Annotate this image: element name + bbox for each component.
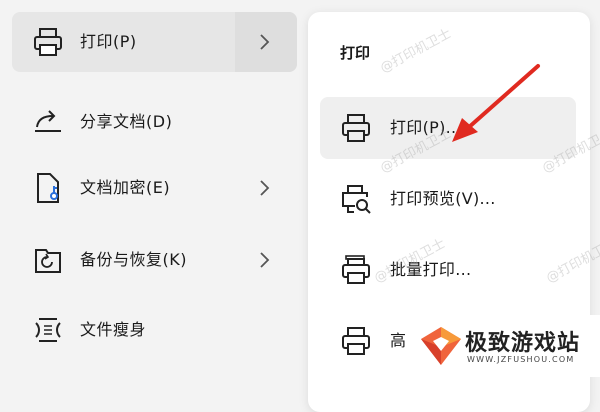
share-icon [35,110,61,132]
menu-item-print[interactable]: 打印(P) [12,12,297,72]
menu-item-label: 文档加密(E) [80,178,171,197]
batch-print-icon [342,255,370,284]
submenu-item-label: 批量打印... [390,260,472,279]
menu-item-backup[interactable]: 备份与恢复(K) [12,230,297,290]
annotation-arrow [452,64,540,142]
menu-item-label: 打印(P) [80,32,137,51]
printer-icon [342,114,370,142]
file-compress-icon [35,318,61,342]
submenu-title: 打印 [340,44,371,62]
submenu-item-label: 打印预览(V)... [390,189,496,208]
menu-item-share[interactable]: 分享文档(D) [12,92,297,152]
menu-item-encrypt[interactable]: 文档加密(E) [12,158,297,218]
chevron-right-icon [260,180,270,196]
brand-watermark: 极致游戏站 WWW.JZFUSHOU.COM [405,315,600,377]
printer-icon [342,327,370,355]
brand-logo-icon [421,327,461,365]
chevron-right-icon [260,252,270,268]
menu-item-label: 备份与恢复(K) [80,250,187,269]
document-lock-icon [37,173,59,203]
submenu-item-batch-print[interactable]: 批量打印... [320,239,576,301]
backup-restore-icon [35,249,61,273]
brand-name: 极致游戏站 [465,331,581,356]
submenu-item-label: 高 [390,331,407,350]
menu-item-label: 分享文档(D) [80,112,173,131]
file-menu: 打印(P) 分享文档(D) 文档加密(E) 备份与恢复(K) 文件瘦身 [0,0,300,377]
brand-url: WWW.JZFUSHOU.COM [467,355,575,364]
print-preview-icon [342,185,371,214]
menu-item-slim[interactable]: 文件瘦身 [12,300,297,360]
printer-icon [34,28,62,56]
submenu-item-preview[interactable]: 打印预览(V)... [320,168,576,230]
chevron-right-icon [260,34,270,50]
menu-item-label: 文件瘦身 [80,320,147,339]
